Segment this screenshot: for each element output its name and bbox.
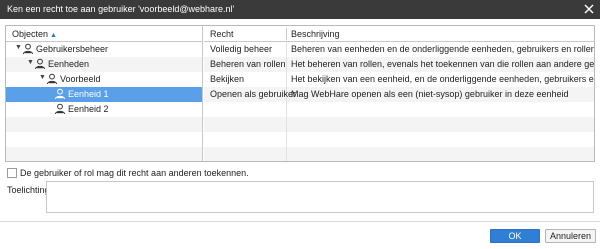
unit-icon xyxy=(54,88,66,100)
cell-divider xyxy=(286,72,287,87)
grant-option-checkbox[interactable] xyxy=(7,168,17,178)
column-header-description[interactable]: Beschrijving xyxy=(291,29,340,39)
column-header-right[interactable]: Recht xyxy=(210,29,234,39)
objects-header[interactable]: Objecten ▲ xyxy=(6,26,202,42)
objects-tree-pane: Objecten▲ ▼ Gebruikersbeheer ▼ Eenheden xyxy=(6,26,203,161)
tree-node-eenheid-1[interactable]: Eenheid 1 xyxy=(6,87,202,102)
objects-header-cell: Objecten ▲ xyxy=(12,29,57,39)
ok-button[interactable]: OK xyxy=(490,229,540,243)
users-icon xyxy=(22,43,34,55)
footer-divider xyxy=(0,221,600,222)
empty-row xyxy=(204,117,594,132)
table-row[interactable]: Openen als gebruiker Mag WebHare openen … xyxy=(204,87,594,102)
column-divider[interactable] xyxy=(286,28,287,40)
right-description: Mag WebHare openen als een (niet-sysop) … xyxy=(291,89,569,99)
table-row[interactable]: Volledig beheer Beheren van eenheden en … xyxy=(204,42,594,57)
empty-row xyxy=(6,132,202,147)
empty-row xyxy=(6,147,202,161)
empty-row xyxy=(204,102,594,117)
grant-option-label: De gebruiker of rol mag dit recht aan an… xyxy=(20,168,249,178)
sort-ascending-icon[interactable]: ▲ xyxy=(50,32,57,39)
expand-toggle-icon[interactable]: ▼ xyxy=(27,59,34,66)
rights-table: Recht Beschrijving Volledig beheer Beher… xyxy=(204,26,594,161)
unit-icon xyxy=(46,73,58,85)
cell-divider xyxy=(286,57,287,72)
expand-toggle-icon[interactable]: ▼ xyxy=(39,74,46,81)
right-name: Bekijken xyxy=(210,74,245,84)
cancel-button[interactable]: Annuleren xyxy=(545,229,596,243)
empty-row xyxy=(204,132,594,147)
dialog-title: Ken een recht toe aan gebruiker 'voorbee… xyxy=(7,4,235,14)
table-row[interactable]: Bekijken Het bekijken van een eenheid, e… xyxy=(204,72,594,87)
tree-node-gebruikersbeheer[interactable]: ▼ Gebruikersbeheer xyxy=(6,42,202,57)
unit-icon xyxy=(54,103,66,115)
cell-divider xyxy=(286,147,287,161)
tree-node-label: Eenheid 2 xyxy=(68,104,109,114)
close-icon[interactable] xyxy=(581,1,597,17)
table-row[interactable]: Beheren van rollen Het beheren van rolle… xyxy=(204,57,594,72)
right-name: Beheren van rollen xyxy=(210,59,286,69)
tree-node-voorbeeld[interactable]: ▼ Voorbeeld xyxy=(6,72,202,87)
empty-row xyxy=(204,147,594,161)
cell-divider xyxy=(286,102,287,117)
objects-header-label: Objecten xyxy=(12,29,49,39)
tree-node-label: Voorbeeld xyxy=(60,74,101,84)
empty-row xyxy=(6,117,202,132)
tree-node-eenheid-2[interactable]: Eenheid 2 xyxy=(6,102,202,117)
expand-toggle-icon[interactable]: ▼ xyxy=(15,44,22,51)
tree-node-label: Eenheid 1 xyxy=(68,89,109,99)
units-icon xyxy=(34,58,46,70)
right-description: Het bekijken van een eenheid, en de onde… xyxy=(291,74,595,84)
objects-tree: ▼ Gebruikersbeheer ▼ Eenheden ▼ Voorbeel… xyxy=(6,42,202,161)
rights-rows: Volledig beheer Beheren van eenheden en … xyxy=(204,42,594,161)
right-name: Openen als gebruiker xyxy=(210,89,297,99)
rights-table-header: Recht Beschrijving xyxy=(204,26,594,42)
tree-node-eenheden[interactable]: ▼ Eenheden xyxy=(6,57,202,72)
main-panel: Objecten▲ ▼ Gebruikersbeheer ▼ Eenheden xyxy=(5,25,595,162)
right-name: Volledig beheer xyxy=(210,44,273,54)
right-description: Beheren van eenheden en de onderliggende… xyxy=(291,44,595,54)
tree-node-label: Gebruikersbeheer xyxy=(36,44,109,54)
cell-divider xyxy=(286,132,287,147)
cell-divider xyxy=(286,117,287,132)
tree-node-label: Eenheden xyxy=(48,59,90,69)
explanation-field[interactable] xyxy=(46,181,594,213)
right-description: Het beheren van rollen, evenals het toek… xyxy=(291,59,595,69)
cell-divider xyxy=(286,42,287,57)
dialog-titlebar: Ken een recht toe aan gebruiker 'voorbee… xyxy=(0,0,600,19)
